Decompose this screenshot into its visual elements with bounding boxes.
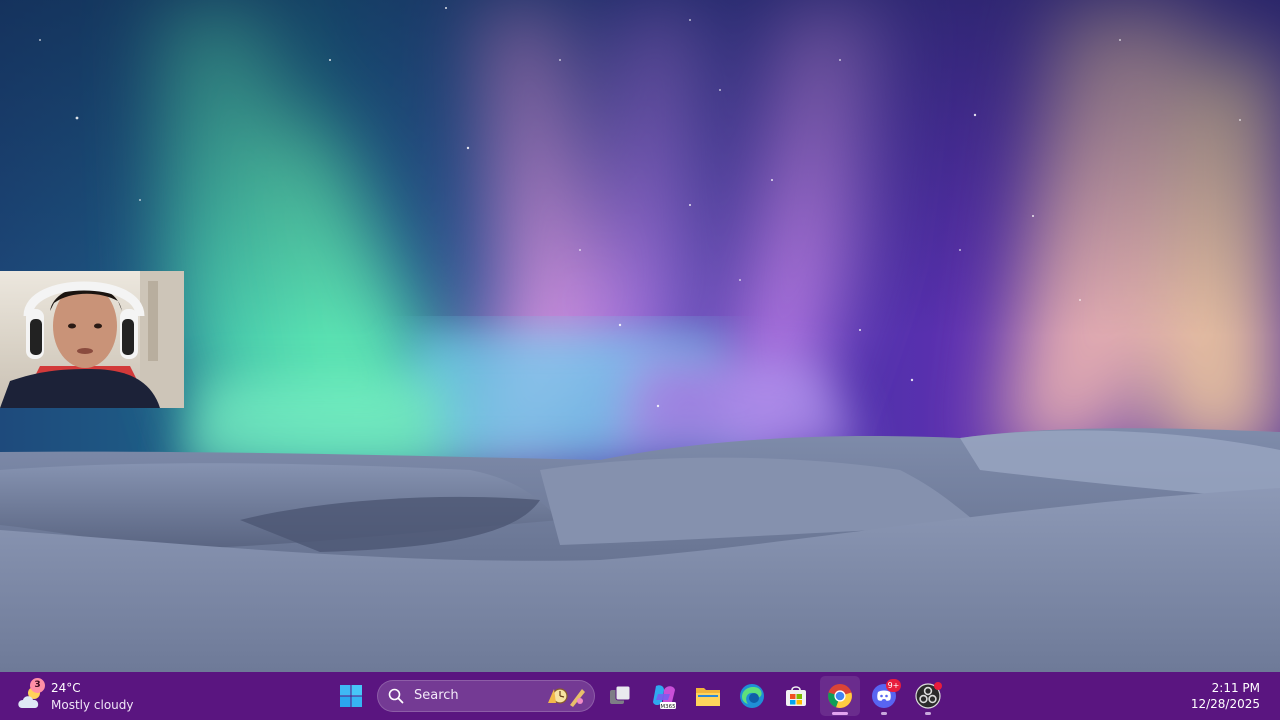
search-icon — [388, 688, 404, 704]
discord-notification-badge: 9+ — [886, 679, 901, 692]
file-explorer-button[interactable] — [688, 676, 728, 716]
desktop-wallpaper — [0, 0, 1280, 672]
clock-time: 2:11 PM — [1211, 681, 1260, 695]
webcam-overlay — [0, 271, 184, 408]
weather-temperature: 24°C — [51, 681, 81, 695]
weather-notification-badge: 3 — [30, 678, 45, 693]
clock-date: 12/28/2025 — [1190, 697, 1260, 711]
windows-logo-icon — [340, 685, 362, 707]
webcam-person-image — [0, 271, 184, 408]
task-view-button[interactable] — [600, 676, 640, 716]
system-clock[interactable]: 2:11 PM 12/28/2025 — [1191, 680, 1260, 712]
weather-widget[interactable]: 3 24°C Mostly cloudy — [16, 678, 146, 714]
microsoft-365-button[interactable]: M365 — [644, 676, 684, 716]
chrome-icon — [828, 684, 852, 708]
store-icon — [786, 686, 806, 706]
search-highlight-art-icon — [548, 688, 585, 707]
task-view-icon — [610, 685, 631, 704]
chrome-button[interactable] — [820, 676, 860, 716]
start-button[interactable] — [331, 676, 371, 716]
active-app-indicator — [832, 712, 848, 715]
svg-text:M365: M365 — [660, 704, 676, 710]
obs-studio-button[interactable] — [908, 676, 948, 716]
taskbar: 3 24°C Mostly cloudy Search M365 9+ 2:11… — [0, 672, 1280, 720]
m365-icon: M365 — [653, 685, 676, 710]
microsoft-store-button[interactable] — [776, 676, 816, 716]
snowy-hills — [0, 428, 1280, 672]
discord-button[interactable]: 9+ — [864, 676, 904, 716]
obs-notification-dot — [934, 682, 942, 690]
running-app-indicator — [925, 712, 931, 715]
edge-button[interactable] — [732, 676, 772, 716]
search-placeholder: Search — [414, 688, 459, 703]
folder-icon — [696, 688, 720, 706]
running-app-indicator — [881, 712, 887, 715]
search-box[interactable]: Search — [377, 680, 595, 712]
weather-condition: Mostly cloudy — [51, 698, 134, 712]
edge-icon — [740, 684, 764, 708]
